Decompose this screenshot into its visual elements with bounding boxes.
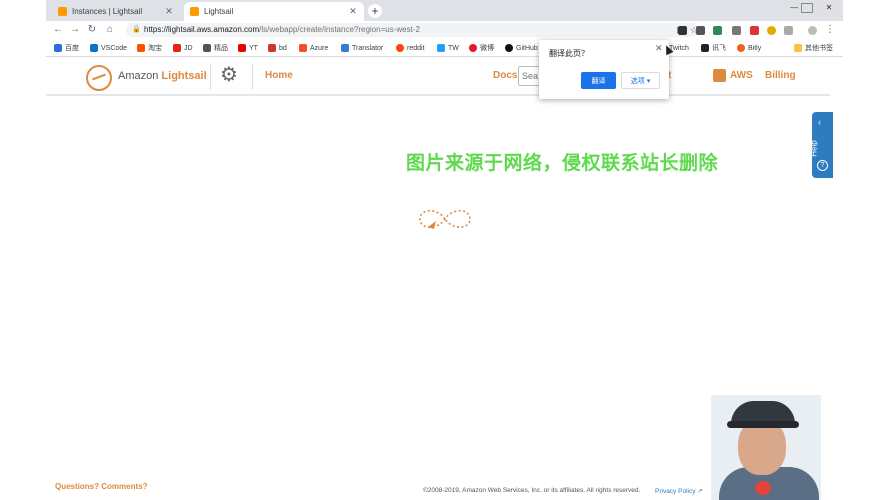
bookmark-item[interactable]: YT [238, 42, 258, 54]
bookmark-icon [137, 44, 145, 52]
menu-dots-icon[interactable]: ⋮ [825, 24, 835, 35]
bookmark-icon [90, 44, 98, 52]
tab-label: Instances | Lightsail [72, 7, 143, 16]
extension-icon[interactable] [767, 26, 776, 35]
lightsail-favicon-icon [190, 7, 199, 16]
lightsail-header: Amazon Lightsail ⚙ Home Docs t AWS Billi… [46, 58, 830, 96]
browser-titlebar: Instances | Lightsail ✕ Lightsail ✕ + — … [46, 0, 843, 21]
header-divider [252, 64, 253, 90]
webcam-person-cap-brim [727, 421, 799, 428]
bookmark-icon [54, 44, 62, 52]
home-icon[interactable]: ⌂ [104, 24, 116, 36]
extension-icon[interactable] [784, 26, 793, 35]
screen: Instances | Lightsail ✕ Lightsail ✕ + — … [0, 0, 889, 500]
url-host: https://lightsail.aws.amazon.com [144, 25, 260, 34]
bookmark-item[interactable]: 淘宝 [137, 42, 162, 54]
extension-icon[interactable] [696, 26, 705, 35]
watermark-text: 图片来源于网络，侵权联系站长删除 [406, 152, 719, 174]
question-icon: ? [817, 160, 828, 171]
folder-icon [794, 44, 802, 52]
bookmark-item[interactable]: Azure [299, 42, 328, 54]
bookmark-icon [268, 44, 276, 52]
privacy-policy-link[interactable]: Privacy Policy ↗ [655, 487, 703, 495]
bookmark-item[interactable]: JD [173, 42, 193, 54]
translate-popup-title: 翻译此页？ [549, 49, 589, 58]
tab-lightsail[interactable]: Lightsail ✕ [184, 2, 364, 21]
close-icon[interactable]: ✕ [655, 43, 663, 54]
bookmark-icon [299, 44, 307, 52]
bookmark-item[interactable]: 精品 [203, 42, 228, 54]
browser-toolbar: ← → ↻ ⌂ 🔒 https://lightsail.aws.amazon.c… [46, 21, 843, 39]
bookmark-icon [437, 44, 445, 52]
chevron-left-icon: ‹ [818, 117, 821, 127]
translate-popup: 翻译此页？ ✕ 翻译 选项 ▾ [539, 40, 669, 99]
billing-link[interactable]: Billing [765, 70, 796, 81]
bookmark-item[interactable]: Bitly [737, 42, 761, 54]
bookmark-item[interactable]: 微博 [469, 42, 494, 54]
lightsail-favicon-icon [58, 7, 67, 16]
reload-icon[interactable]: ↻ [86, 24, 98, 36]
bookmark-item[interactable]: 百度 [54, 42, 79, 54]
help-tab[interactable]: ‹ Help ? [809, 112, 833, 178]
aws-link[interactable]: AWS [730, 70, 753, 81]
tab-close-icon[interactable]: ✕ [164, 6, 174, 17]
copyright-text: ©2008-2019, Amazon Web Services, Inc. or… [423, 487, 641, 494]
translate-button[interactable]: 翻译 [581, 72, 616, 89]
docs-link[interactable]: Docs [493, 70, 517, 81]
microphone-icon [755, 481, 771, 495]
translate-options-button[interactable]: 选项 ▾ [621, 72, 660, 89]
bookmark-item[interactable]: reddit [396, 42, 425, 54]
bookmark-icon [203, 44, 211, 52]
bookmark-icon [396, 44, 404, 52]
new-tab-button[interactable]: + [368, 4, 382, 18]
extension-icon[interactable] [732, 26, 741, 35]
webcam-overlay [711, 395, 821, 500]
bookmark-icon [737, 44, 745, 52]
bookmark-icon [701, 44, 709, 52]
gear-icon[interactable]: ⚙ [220, 64, 238, 86]
tab-label: Lightsail [204, 7, 234, 16]
maximize-icon[interactable] [801, 3, 813, 13]
bookmark-item[interactable]: VSCode [90, 42, 127, 54]
bookmark-icon [469, 44, 477, 52]
bookmark-folder[interactable]: 其他书签 [794, 42, 833, 54]
url-path: /ls/webapp/create/instance?region=us-wes… [259, 25, 420, 34]
bookmark-icon [173, 44, 181, 52]
bookmark-item[interactable]: Translator [341, 42, 383, 54]
arrow-right-icon[interactable]: → [69, 24, 81, 36]
bookmark-icon [238, 44, 246, 52]
aws-cube-icon [713, 69, 726, 82]
questions-comments-link[interactable]: Questions? Comments? [55, 482, 147, 491]
bookmark-item[interactable]: TW [437, 42, 459, 54]
address-bar[interactable]: 🔒 https://lightsail.aws.amazon.com/ls/we… [126, 23, 698, 37]
header-divider [210, 64, 211, 90]
infinity-loader-icon [419, 209, 471, 229]
bookmark-item[interactable]: GitHub [505, 42, 538, 54]
bookmark-item[interactable]: bd [268, 42, 287, 54]
extension-icon[interactable] [713, 26, 722, 35]
minimize-icon[interactable]: — [788, 3, 800, 13]
arrow-left-icon[interactable]: ← [52, 24, 64, 36]
profile-avatar-icon[interactable] [808, 26, 817, 35]
bookmark-item[interactable]: 讯飞 [701, 42, 726, 54]
home-link[interactable]: Home [265, 70, 293, 81]
bookmarks-bar: 百度 VSCode 淘宝 JD 精品 YT bd Azure Translato… [46, 39, 843, 57]
extension-icon[interactable] [750, 26, 759, 35]
help-label: Help [809, 140, 819, 157]
github-icon [505, 44, 513, 52]
tab-close-icon[interactable]: ✕ [348, 6, 358, 17]
bookmark-icon [341, 44, 349, 52]
window-close-icon[interactable]: ✕ [818, 3, 840, 13]
tab-instances[interactable]: Instances | Lightsail ✕ [52, 2, 180, 21]
extension-icon[interactable] [678, 26, 687, 35]
lightsail-brand[interactable]: Amazon Lightsail [118, 70, 207, 82]
lock-icon: 🔒 [132, 26, 141, 33]
lightsail-logo-icon[interactable] [86, 65, 112, 91]
